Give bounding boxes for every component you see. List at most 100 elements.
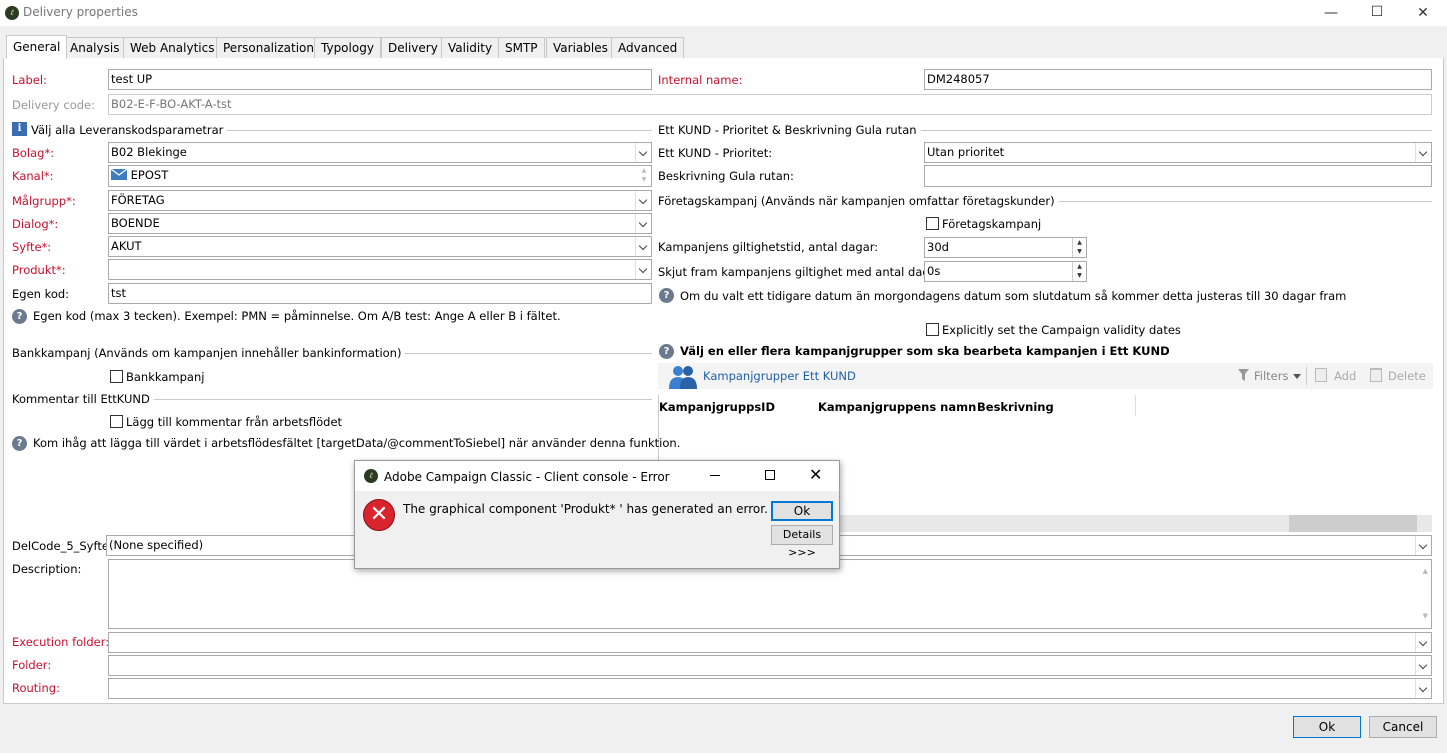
dialog-maximize-icon[interactable] [765,470,775,480]
chevron-down-icon[interactable] [1415,679,1431,698]
grupper-help-text: Välj en eller flera kampanjgrupper som s… [680,344,1170,358]
delivery-code-field: B02-E-F-BO-AKT-A-tst [108,94,1432,115]
delete-button[interactable]: Delete [1388,369,1426,383]
routing-select[interactable] [108,678,1432,699]
giltighet-spinner[interactable]: 30d ▲ ▼ [924,237,1087,258]
bankkampanj-checkbox[interactable] [110,370,123,383]
dialog-ok-button[interactable]: Ok [771,501,833,521]
tab-analysis[interactable]: Analysis [63,37,127,59]
section-divider [890,130,1432,131]
column-header[interactable]: Kampanjgruppens namn [818,400,976,414]
produkt-select[interactable] [108,259,652,280]
add-icon[interactable] [1315,368,1327,382]
tab-advanced[interactable]: Advanced [611,37,685,59]
syfte-caption: Syfte*: [12,240,52,254]
kommentar-checkbox[interactable] [110,415,123,428]
scroll-arrows-icon[interactable]: ▲ ▼ [637,166,651,185]
tab-smtp[interactable]: SMTP [498,37,545,59]
tab-delivery[interactable]: Delivery [381,37,445,59]
dialog-value: BOENDE [111,216,160,230]
giltighet-value: 30d [927,240,949,254]
malgrupp-value: FÖRETAG [111,193,165,207]
skjut-value: 0s [927,264,941,278]
section-kommentar-title: Kommentar till EttKUND [12,392,154,406]
egen-kod-input[interactable]: tst [108,283,652,304]
bolag-select[interactable]: B02 Blekinge [108,142,652,163]
dialog-select[interactable]: BOENDE [108,213,652,234]
kanal-list[interactable]: EPOST ▲ ▼ [108,165,652,187]
section-divider [146,399,652,400]
routing-caption: Routing: [12,681,60,695]
prioritet-caption: Ett KUND - Prioritet: [658,146,773,160]
explicit-dates-checkbox[interactable] [926,323,939,336]
scroll-down-icon[interactable]: ▼ [1423,607,1428,626]
malgrupp-select[interactable]: FÖRETAG [108,190,652,211]
foretagskampanj-checkbox[interactable] [926,217,939,230]
egen-kod-help-text: Egen kod (max 3 tecken). Exempel: PMN = … [33,309,561,323]
execution-folder-select[interactable] [108,632,1432,653]
column-header[interactable]: KampanjgruppsID [659,400,775,414]
chevron-down-icon[interactable] [1415,536,1431,555]
kanal-caption: Kanal*: [12,169,54,183]
app-logo-icon: ℓ [364,469,378,483]
ok-button[interactable]: Ok [1293,716,1361,738]
maximize-button[interactable]: ☐ [1354,0,1400,25]
internal-name-input[interactable]: DM248057 [924,69,1432,90]
chevron-down-icon[interactable] [635,237,651,256]
details-button[interactable]: Details >>> [771,525,833,559]
email-icon [111,169,127,180]
grid-toolbar: Kampanjgrupper Ett KUND Filters Add Dele… [658,363,1433,389]
spinner-arrows-icon[interactable]: ▲ ▼ [1072,238,1086,257]
tab-general[interactable]: General [6,35,68,59]
label-input[interactable]: test UP [108,69,652,90]
spinner-arrows-icon[interactable]: ▲ ▼ [1072,262,1086,281]
toolbar-divider [1306,367,1307,385]
column-header[interactable]: Beskrivning [977,400,1054,414]
chevron-down-icon[interactable] [635,260,651,279]
grid-title[interactable]: Kampanjgrupper Ett KUND [703,369,856,383]
tab-variables[interactable]: Variables [546,37,615,59]
giltighet-caption: Kampanjens giltighetstid, antal dagar: [658,240,879,254]
tab-personalization[interactable]: Personalization [216,37,321,59]
minimize-button[interactable]: — [1308,0,1354,26]
label-caption: Label: [12,73,47,87]
add-button[interactable]: Add [1334,369,1356,383]
trash-icon[interactable] [1370,368,1382,382]
section-foretag-title: Företagskampanj (Används när kampanjen o… [658,194,1059,208]
folder-select[interactable] [108,655,1432,676]
tab-validity[interactable]: Validity [441,37,500,59]
chevron-down-icon[interactable] [1415,633,1431,652]
chevron-down-icon[interactable] [635,214,651,233]
tab-web-analytics[interactable]: Web Analytics [123,37,222,59]
chevron-down-icon[interactable] [1415,656,1431,675]
chevron-down-icon[interactable] [635,143,651,162]
prioritet-select[interactable]: Utan prioritet [924,142,1432,163]
window-title: Delivery properties [23,5,138,19]
error-dialog: ℓ Adobe Campaign Classic - Client consol… [354,460,840,569]
tab-typology[interactable]: Typology [314,37,381,59]
dialog-minimize-icon[interactable] [710,475,720,476]
info-icon: i [12,122,27,136]
filters-button[interactable]: Filters [1254,369,1288,383]
dialog-caption: Dialog*: [12,217,59,231]
chevron-down-icon[interactable] [635,191,651,210]
dialog-close-icon[interactable]: ✕ [809,465,822,484]
kommentar-help-text: Kom ihåg att lägga till värdet i arbetsf… [33,436,681,450]
chevron-down-icon[interactable] [1293,374,1301,379]
error-icon: ✕ [363,499,395,531]
description-textarea[interactable]: ▲ ▼ [108,559,1432,629]
syfte-select[interactable]: AKUT [108,236,652,257]
beskrivning-input[interactable] [924,165,1432,187]
skjut-caption: Skjut fram kampanjens giltighet med anta… [658,265,946,279]
delivery-code-caption: Delivery code: [12,98,95,112]
filter-icon[interactable] [1238,369,1249,381]
explicit-dates-label: Explicitly set the Campaign validity dat… [942,323,1181,337]
scroll-up-icon[interactable]: ▲ [1423,562,1428,581]
chevron-down-icon[interactable] [1415,143,1431,162]
close-button[interactable]: ✕ [1400,0,1446,26]
help-icon: ? [659,344,674,359]
scrollbar-thumb[interactable] [1289,515,1417,532]
app-logo-icon: ℓ [5,6,19,20]
skjut-spinner[interactable]: 0s ▲ ▼ [924,261,1087,282]
cancel-button[interactable]: Cancel [1369,716,1437,738]
